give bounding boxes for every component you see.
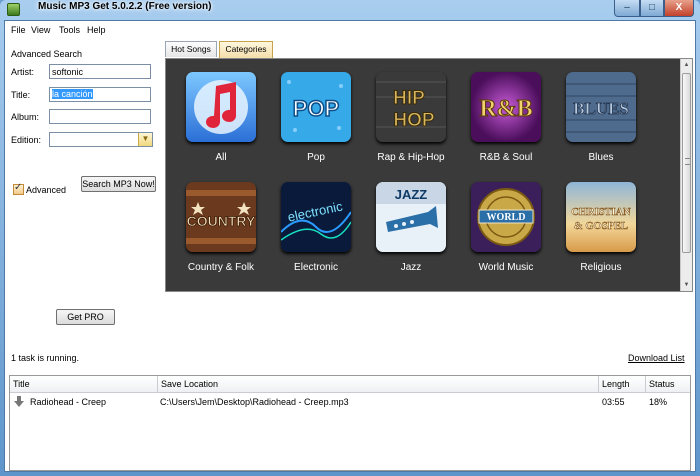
- client-area: File View Tools Help Advanced Search Art…: [4, 20, 696, 472]
- album-field[interactable]: [49, 109, 151, 124]
- country-icon: COUNTRY: [186, 182, 256, 252]
- pop-art-text: POP: [293, 96, 339, 121]
- row-title: Radiohead - Creep: [30, 397, 107, 407]
- rnb-art-text: R&B: [479, 96, 532, 122]
- row-length: 03:55: [602, 397, 625, 407]
- menu-tools[interactable]: Tools: [59, 25, 80, 35]
- gallery-scrollbar[interactable]: ▲ ▼: [680, 59, 692, 291]
- menu-help[interactable]: Help: [87, 25, 106, 35]
- rnb-icon: R&B: [471, 72, 541, 142]
- column-header-length[interactable]: Length: [599, 376, 646, 393]
- row-status: 18%: [649, 397, 668, 407]
- edition-label: Edition:: [11, 135, 42, 145]
- app-window: Music MP3 Get 5.0.2.2 (Free version) – □…: [0, 0, 700, 476]
- advanced-label: Advanced: [26, 185, 67, 195]
- music-note-icon: [186, 72, 256, 142]
- advanced-checkbox[interactable]: [13, 182, 24, 195]
- search-button[interactable]: Search MP3 Now!: [81, 176, 156, 192]
- download-list-link[interactable]: Download List: [628, 353, 685, 363]
- advanced-search-heading: Advanced Search: [11, 49, 83, 59]
- download-list: Title Save Location Length Status Radioh…: [9, 375, 691, 471]
- edition-select[interactable]: ▼: [49, 132, 153, 147]
- artist-field[interactable]: [49, 64, 151, 79]
- artist-label: Artist:: [11, 67, 35, 77]
- grip-icon: [685, 158, 690, 165]
- row-save-location: C:\Users\Jem\Desktop\Radiohead - Creep.m…: [160, 397, 349, 407]
- hiphop-art-text-2: HOP: [393, 110, 435, 131]
- menu-bar: File View Tools Help: [5, 21, 695, 39]
- menu-file[interactable]: File: [11, 25, 26, 35]
- task-status: 1 task is running.: [11, 353, 80, 363]
- menu-view[interactable]: View: [31, 25, 50, 35]
- world-art-text: WORLD: [487, 212, 526, 223]
- column-header-save-location[interactable]: Save Location: [158, 376, 599, 393]
- title-field[interactable]: la canción: [49, 87, 151, 102]
- category-label: Blues: [588, 152, 614, 163]
- category-label: Religious: [580, 262, 622, 273]
- album-label: Album:: [11, 112, 40, 122]
- religious-art-text-1: CHRISTIAN: [571, 207, 631, 218]
- maximize-button[interactable]: □: [640, 0, 664, 17]
- title-field-value: la canción: [52, 89, 93, 99]
- hiphop-art-text-1: HIP: [393, 88, 425, 109]
- hiphop-icon: HIP HOP: [376, 72, 446, 142]
- pop-icon: POP: [281, 72, 351, 142]
- title-label: Title:: [11, 90, 31, 100]
- category-religious[interactable]: CHRISTIAN & GOSPEL Religious: [556, 182, 646, 286]
- column-header-status[interactable]: Status: [646, 376, 690, 393]
- category-blues[interactable]: BLUES Blues: [556, 72, 646, 176]
- jazz-icon: JAZZ: [376, 182, 446, 252]
- blues-art-text: BLUES: [573, 99, 629, 118]
- electronic-icon: electronic: [281, 182, 351, 252]
- category-gallery: All POP Pop HIP HOP Rap & Hip-Hop R&B R&…: [165, 58, 693, 292]
- religious-icon: CHRISTIAN & GOSPEL: [566, 182, 636, 252]
- tab-categories[interactable]: Categories: [219, 41, 273, 58]
- search-panel: Advanced Search Artist: Title: la canció…: [5, 39, 163, 339]
- blues-icon: BLUES: [566, 72, 636, 142]
- jazz-art-text: JAZZ: [395, 187, 428, 202]
- scroll-down-icon[interactable]: ▼: [681, 279, 692, 291]
- get-pro-button[interactable]: Get PRO: [56, 309, 115, 325]
- tab-hot-songs[interactable]: Hot Songs: [165, 41, 217, 57]
- column-header-title[interactable]: Title: [10, 376, 158, 393]
- scroll-up-icon[interactable]: ▲: [681, 59, 692, 71]
- close-button[interactable]: X: [664, 0, 694, 17]
- religious-art-text-2: & GOSPEL: [574, 221, 628, 232]
- chevron-down-icon[interactable]: ▼: [138, 133, 152, 146]
- download-arrow-icon: [14, 396, 24, 407]
- list-header: Title Save Location Length Status: [10, 376, 690, 393]
- scrollbar-thumb[interactable]: [682, 73, 691, 253]
- app-icon: [7, 3, 20, 16]
- minimize-button[interactable]: –: [614, 0, 640, 17]
- country-art-text: COUNTRY: [187, 213, 256, 229]
- title-bar[interactable]: Music MP3 Get 5.0.2.2 (Free version) – □…: [0, 0, 700, 20]
- world-icon: WORLD: [471, 182, 541, 252]
- window-title: Music MP3 Get 5.0.2.2 (Free version): [38, 1, 212, 12]
